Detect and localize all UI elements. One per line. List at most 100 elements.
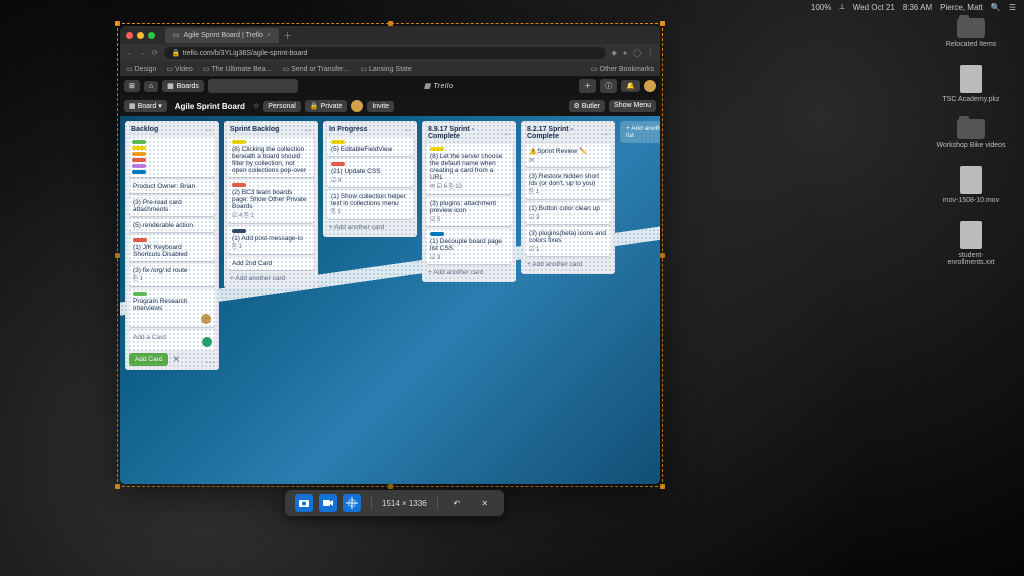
trello-card[interactable]: (3) plugins(beta) icons and colors fixes… [525, 227, 611, 256]
close-tab-icon[interactable]: × [267, 32, 271, 39]
add-card-options-icon[interactable]: … [206, 355, 215, 365]
trello-list[interactable]: Backlog… Product Owner: Brian (3) Pre-load… [125, 121, 219, 370]
trello-list[interactable]: Sprint Backlog… (8) Clicking the collecti… [224, 121, 318, 288]
menu-icon[interactable]: ⋮ [647, 49, 654, 57]
star-icon[interactable]: ☆ [253, 102, 259, 110]
trello-list[interactable]: 8.2.17 Sprint - Complete… ⚠️Sprint Review… [521, 121, 615, 274]
desktop-item[interactable]: TSC Academy.pkz [936, 65, 1006, 104]
bookmark-item[interactable]: ▭ Send or Transfer… [283, 65, 351, 73]
capture-image-button[interactable] [295, 494, 313, 512]
user-avatar[interactable] [644, 80, 656, 92]
add-card-button[interactable]: Add Card [129, 353, 168, 366]
list-title[interactable]: In Progress… [327, 125, 413, 134]
list-menu-icon[interactable]: … [404, 126, 411, 133]
visibility-pill[interactable]: 🔒 Private [305, 100, 347, 112]
bookmark-item[interactable]: ▭ Video [166, 65, 192, 73]
minimize-window-icon[interactable] [137, 32, 144, 39]
resize-handle[interactable] [660, 253, 665, 258]
add-card-input[interactable]: Add a Card [129, 330, 215, 350]
resize-handle[interactable] [388, 484, 393, 489]
add-card-link[interactable]: + Add another card [525, 259, 611, 270]
trello-card[interactable]: (5) renderable action [129, 219, 215, 232]
list-menu-icon[interactable]: … [602, 130, 609, 137]
info-button[interactable]: ⓘ [600, 79, 617, 93]
trello-card[interactable]: (8) Let the server choose the default na… [426, 144, 512, 194]
apps-button[interactable]: ⊞ [124, 80, 140, 92]
profile-icon[interactable]: ◯ [633, 49, 641, 57]
search-input[interactable] [208, 79, 298, 93]
trello-card[interactable]: (3) Restore hidden short ids (or don't, … [525, 170, 611, 199]
boards-button[interactable]: ▦ Boards [162, 80, 204, 92]
show-menu-button[interactable]: Show Menu [609, 100, 656, 112]
desktop-item[interactable]: mov-1508-10.mov [936, 166, 1006, 205]
back-button[interactable]: ← [126, 50, 133, 57]
new-tab-button[interactable]: ＋ [283, 29, 292, 42]
trello-card[interactable]: Program Research Interviews [129, 289, 215, 327]
trello-card[interactable]: (2) BC3 team boards page: Show Other Pri… [228, 180, 314, 223]
url-field[interactable]: 🔒 trello.com/b/3YLig36S/agile-sprint-boa… [164, 47, 606, 59]
trello-card[interactable]: (3) Pre-load card attachments [129, 196, 215, 216]
trello-card[interactable]: (3) fix /org/:id route⎘ 1 [129, 264, 215, 286]
capture-region-button[interactable] [343, 494, 361, 512]
spotlight-icon[interactable]: 🔍 [991, 3, 1001, 12]
resize-handle[interactable] [115, 484, 120, 489]
window-controls[interactable] [126, 32, 155, 39]
list-menu-icon[interactable]: … [305, 126, 312, 133]
add-list-button[interactable]: + Add another list [620, 121, 660, 143]
cancel-add-card-icon[interactable]: ✕ [172, 354, 180, 365]
card-member-avatar[interactable] [201, 314, 211, 324]
undo-button[interactable]: ↶ [448, 494, 466, 512]
list-title[interactable]: Sprint Backlog… [228, 125, 314, 134]
trello-card[interactable]: Product Owner: Brian [129, 180, 215, 193]
home-button[interactable]: ⌂ [144, 81, 158, 92]
bookmark-item[interactable]: ▭ Design [126, 65, 156, 73]
resize-handle[interactable] [115, 21, 120, 26]
browser-tab[interactable]: ▭ Agile Sprint Board | Trello × [165, 28, 279, 43]
list-title[interactable]: 8.9.17 Sprint - Complete… [426, 125, 512, 141]
close-toolbar-button[interactable]: ✕ [476, 494, 494, 512]
screenshot-toolbar[interactable]: 1514 × 1336 ↶ ✕ [285, 490, 504, 516]
create-button[interactable]: ＋ [579, 79, 596, 93]
notifications-button[interactable]: 🔔 [621, 80, 640, 92]
list-menu-icon[interactable]: … [206, 126, 213, 133]
desktop-item[interactable]: student-enrollments.xxt [936, 221, 1006, 267]
trello-card[interactable]: ⚠️Sprint Review ✏️✉ [525, 144, 611, 167]
desktop-item[interactable]: Relocated Items [936, 18, 1006, 49]
close-window-icon[interactable] [126, 32, 133, 39]
bookmark-item[interactable]: ▭ Lansing State [360, 65, 411, 73]
bookmark-item[interactable]: ▭ The Ultimate Bea… [203, 65, 273, 73]
trello-board[interactable]: Backlog… Product Owner: Brian (3) Pre-load… [120, 116, 660, 484]
forward-button[interactable]: → [139, 50, 146, 57]
trello-list[interactable]: In Progress… (5) EditableFieldView (21) Up… [323, 121, 417, 237]
board-view-button[interactable]: ▦ Board ▾ [124, 100, 167, 112]
desktop-item[interactable]: Workshop Bike videos [936, 119, 1006, 150]
notifications-icon[interactable]: ☰ [1009, 3, 1016, 12]
list-menu-icon[interactable]: … [503, 130, 510, 137]
add-card-link[interactable]: + Add another card [327, 222, 413, 233]
trello-card[interactable]: (1) Show collection helper text in colle… [327, 190, 413, 219]
resize-handle[interactable] [660, 484, 665, 489]
extensions-icon[interactable]: ◆ [612, 49, 617, 57]
list-title[interactable]: 8.2.17 Sprint - Complete… [525, 125, 611, 141]
invite-button[interactable]: Invite [367, 101, 394, 112]
trello-card[interactable]: (1) Button color clean up☑ 3 [525, 202, 611, 224]
butler-button[interactable]: ⚙ Butler [569, 100, 606, 112]
captured-window-selection[interactable]: ▭ Agile Sprint Board | Trello × ＋ ← → ⟳ … [120, 26, 660, 484]
list-title[interactable]: Backlog… [129, 125, 215, 134]
zoom-window-icon[interactable] [148, 32, 155, 39]
trello-card[interactable]: (21) Update CSS☑ 4 [327, 159, 413, 187]
other-bookmarks[interactable]: ▭ Other Bookmarks [591, 65, 654, 73]
member-avatar[interactable] [351, 100, 363, 112]
add-card-link[interactable]: + Add another card [228, 273, 314, 284]
extensions-icon[interactable]: ● [623, 50, 627, 57]
trello-card[interactable]: (1) J/K Keyboard Shortcuts Disabled [129, 235, 215, 261]
reload-button[interactable]: ⟳ [152, 49, 158, 57]
add-card-link[interactable]: + Add another card [426, 267, 512, 278]
trello-card[interactable]: (1) Decouple board page list CSS☑ 3 [426, 229, 512, 264]
trello-card[interactable]: (5) EditableFieldView [327, 137, 413, 156]
trello-card[interactable]: (1) Add post-message-io⎘ 1 [228, 226, 314, 254]
trello-card[interactable]: Add 2nd Card [228, 257, 314, 270]
trello-card[interactable]: (8) Clicking the collection beneath a bo… [228, 137, 314, 177]
trello-list[interactable]: 8.9.17 Sprint - Complete… (8) Let the ser… [422, 121, 516, 282]
capture-video-button[interactable] [319, 494, 337, 512]
